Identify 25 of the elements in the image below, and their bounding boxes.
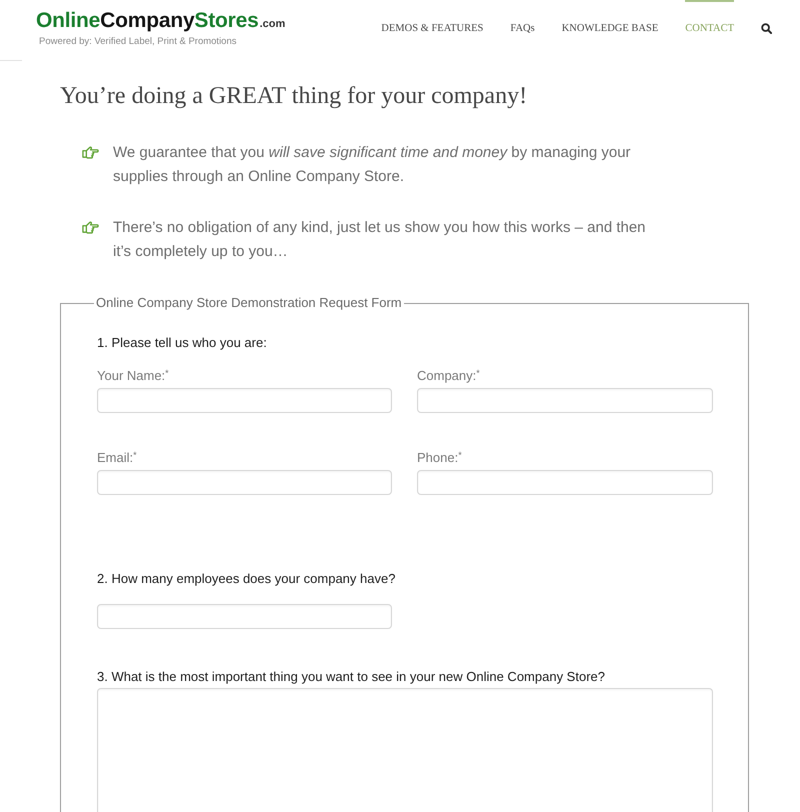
field-label: Phone:$^{*}$ [417, 450, 462, 466]
nav-link[interactable]: DEMOS & FEATURES [381, 0, 484, 36]
textarea-field[interactable] [97, 688, 713, 812]
question-heading: 3. What is the most important thing you want to see in your new Online Company Store? [97, 669, 605, 685]
field-label: Email:$^{*}$ [97, 450, 137, 466]
bullet-text: We guarantee that you will save significant time and money by managing your supplies through an Online Company Store. [113, 143, 632, 187]
field-label: Company:$^{*}$ [417, 368, 480, 384]
text-input-field[interactable] [417, 388, 713, 413]
question-heading: 2. How many employees does your company have? [97, 571, 396, 587]
text-input-field[interactable] [97, 604, 392, 629]
form-title: Online Company Store Demonstration Request Form [95, 295, 403, 311]
nav-link[interactable]: KNOWLEDGE BASE [562, 0, 658, 36]
tagline: Powered by: Verified Label, Print & Promotions [39, 36, 238, 48]
text-input-field[interactable] [97, 470, 392, 495]
pointing-hand-icon [82, 146, 99, 160]
nav-link[interactable]: FAQs [510, 0, 535, 36]
text-input-field[interactable] [97, 388, 392, 413]
field-label: Your Name:$^{*}$ [97, 368, 169, 384]
text-input-field[interactable] [417, 470, 713, 495]
bullet-text: There’s no obligation of any kind, just let us show you how this works – and then it’s completely up to you… [113, 218, 647, 262]
page-title: You’re doing a GREAT thing for your company! [60, 82, 528, 110]
logo-text[interactable]: OnlineCompanyStores.com [36, 9, 286, 36]
search-icon[interactable] [761, 23, 772, 34]
pointing-hand-icon [82, 221, 99, 235]
question-heading: 1. Please tell us who you are: [97, 335, 267, 351]
